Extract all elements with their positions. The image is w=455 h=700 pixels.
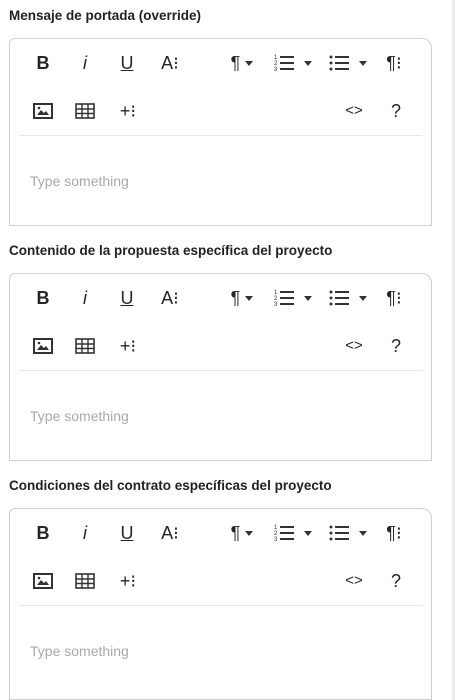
image-icon <box>33 103 53 119</box>
unordered-list-icon <box>329 55 349 71</box>
bold-button[interactable]: B <box>30 48 56 78</box>
unordered-list-icon <box>329 525 349 541</box>
chevron-down-icon <box>359 295 367 301</box>
page: Mensaje de portada (override) B i U A⁝ ¶… <box>0 0 455 700</box>
editor-placeholder: Type something <box>30 643 129 659</box>
bold-button[interactable]: B <box>30 283 56 313</box>
chevron-down-icon <box>245 295 254 301</box>
chevron-down-icon <box>304 295 312 301</box>
toolbar-divider <box>19 135 422 136</box>
unordered-list-button[interactable] <box>326 283 370 313</box>
insert-image-button[interactable] <box>30 566 56 596</box>
insert-table-button[interactable] <box>72 566 98 596</box>
paragraph-format-icon: ¶ <box>230 288 241 308</box>
image-icon <box>33 338 53 354</box>
ordered-list-icon: 1 2 3 <box>274 290 294 308</box>
ordered-list-icon: 1 2 3 <box>274 525 294 543</box>
image-icon <box>33 573 53 589</box>
chevron-down-icon <box>304 530 312 536</box>
svg-text:3: 3 <box>274 67 278 73</box>
editor-proposal-content[interactable]: B i U A⁝ ¶ 1 2 3 ¶⁝ +⁝ <> ? Type somethi… <box>9 273 432 461</box>
italic-button[interactable]: i <box>72 283 98 313</box>
unordered-list-button[interactable] <box>326 518 370 548</box>
ordered-list-icon: 1 2 3 <box>274 55 294 73</box>
bold-button[interactable]: B <box>30 518 56 548</box>
unordered-list-button[interactable] <box>326 48 370 78</box>
chevron-down-icon <box>359 60 367 66</box>
chevron-down-icon <box>245 530 254 536</box>
field-label-contract-conditions: Condiciones del contrato específicas del… <box>9 478 332 493</box>
editor-placeholder: Type something <box>30 173 129 189</box>
insert-image-button[interactable] <box>30 331 56 361</box>
paragraph-style-button[interactable]: ¶⁝ <box>380 518 408 548</box>
paragraph-format-button[interactable]: ¶ <box>224 518 260 548</box>
toolbar-divider <box>19 605 422 606</box>
table-icon <box>75 103 95 119</box>
paragraph-style-button[interactable]: ¶⁝ <box>380 48 408 78</box>
chevron-down-icon <box>359 530 367 536</box>
paragraph-format-button[interactable]: ¶ <box>224 48 260 78</box>
paragraph-format-icon: ¶ <box>230 523 241 543</box>
underline-button[interactable]: U <box>114 518 140 548</box>
insert-more-button[interactable]: +⁝ <box>114 566 142 596</box>
ordered-list-button[interactable]: 1 2 3 <box>272 518 314 548</box>
table-icon <box>75 573 95 589</box>
editor-cover-message[interactable]: B i U A⁝ ¶ 1 2 3 ¶⁝ +⁝ <> ? Type somethi… <box>9 38 432 226</box>
help-button[interactable]: ? <box>384 331 408 361</box>
underline-button[interactable]: U <box>114 283 140 313</box>
italic-button[interactable]: i <box>72 518 98 548</box>
svg-text:3: 3 <box>274 537 278 543</box>
editor-placeholder: Type something <box>30 408 129 424</box>
table-icon <box>75 338 95 354</box>
unordered-list-icon <box>329 290 349 306</box>
font-size-button[interactable]: A⁝ <box>156 48 184 78</box>
font-size-button[interactable]: A⁝ <box>156 283 184 313</box>
paragraph-style-button[interactable]: ¶⁝ <box>380 283 408 313</box>
field-label-proposal-content: Contenido de la propuesta específica del… <box>9 243 333 258</box>
editor-contract-conditions[interactable]: B i U A⁝ ¶ 1 2 3 ¶⁝ +⁝ <> ? Type somethi… <box>9 508 432 700</box>
insert-image-button[interactable] <box>30 96 56 126</box>
code-view-button[interactable]: <> <box>340 96 368 126</box>
chevron-down-icon <box>245 60 254 66</box>
field-label-cover-message: Mensaje de portada (override) <box>9 8 202 23</box>
ordered-list-button[interactable]: 1 2 3 <box>272 48 314 78</box>
insert-more-button[interactable]: +⁝ <box>114 96 142 126</box>
code-view-button[interactable]: <> <box>340 331 368 361</box>
chevron-down-icon <box>304 60 312 66</box>
insert-table-button[interactable] <box>72 331 98 361</box>
insert-table-button[interactable] <box>72 96 98 126</box>
paragraph-format-button[interactable]: ¶ <box>224 283 260 313</box>
help-button[interactable]: ? <box>384 566 408 596</box>
underline-button[interactable]: U <box>114 48 140 78</box>
paragraph-format-icon: ¶ <box>230 53 241 73</box>
ordered-list-button[interactable]: 1 2 3 <box>272 283 314 313</box>
help-button[interactable]: ? <box>384 96 408 126</box>
svg-text:3: 3 <box>274 302 278 308</box>
font-size-button[interactable]: A⁝ <box>156 518 184 548</box>
insert-more-button[interactable]: +⁝ <box>114 331 142 361</box>
toolbar-divider <box>19 370 422 371</box>
code-view-button[interactable]: <> <box>340 566 368 596</box>
italic-button[interactable]: i <box>72 48 98 78</box>
